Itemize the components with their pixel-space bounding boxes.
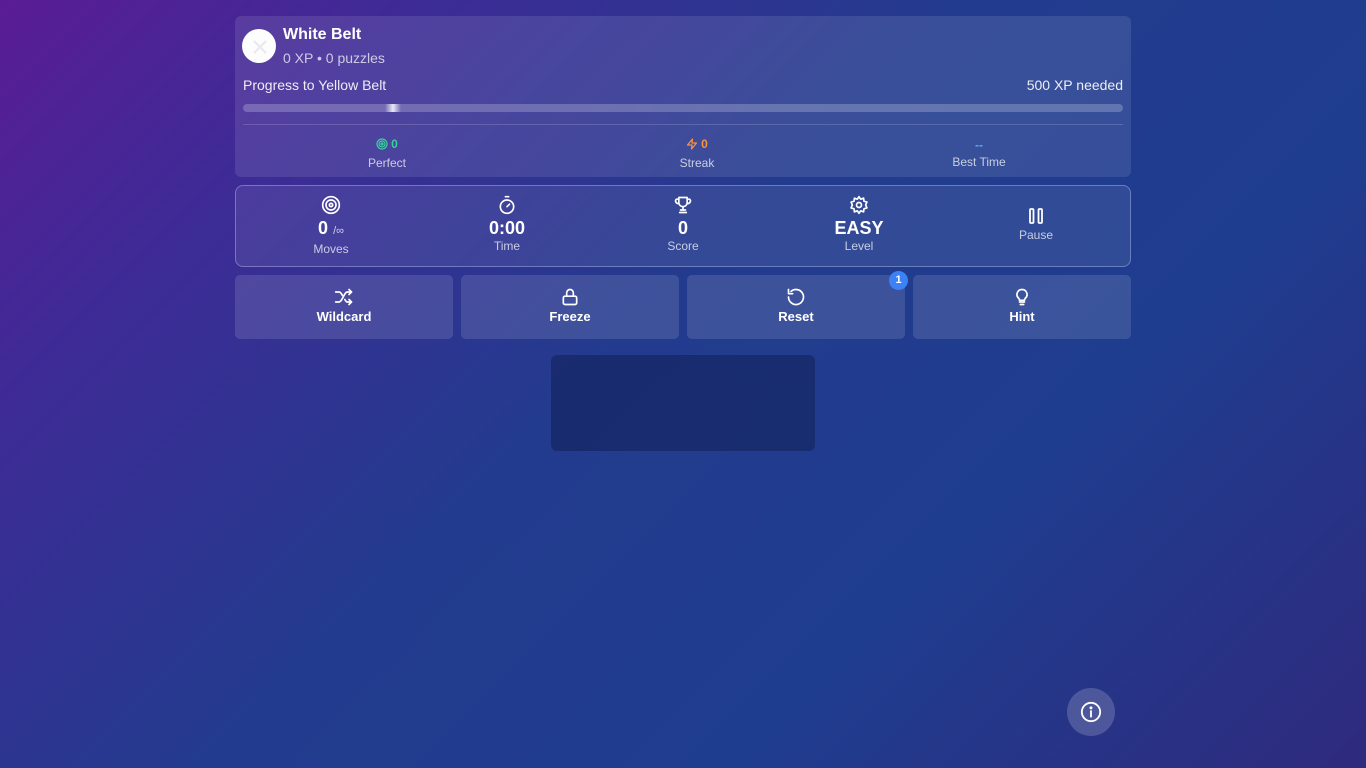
reset-button[interactable]: 1 Reset bbox=[687, 271, 908, 339]
pause-label: Pause bbox=[1018, 228, 1054, 242]
moves-limit: /∞ bbox=[333, 225, 344, 237]
wildcard-button[interactable]: Wildcard bbox=[235, 275, 453, 339]
lightbulb-icon bbox=[1016, 288, 1028, 306]
reset-label: Reset bbox=[778, 309, 814, 324]
stopwatch-icon bbox=[499, 195, 515, 215]
progress-label: Progress to Yellow Belt bbox=[243, 77, 387, 93]
freeze-label: Freeze bbox=[549, 309, 591, 324]
profile-card: White Belt 0 XP • 0 puzzles Progress to … bbox=[235, 16, 1131, 177]
best-time-stat: -- Best Time bbox=[899, 136, 1059, 169]
info-icon bbox=[1080, 701, 1102, 723]
moves-label: Moves bbox=[313, 242, 349, 256]
belt-avatar bbox=[242, 29, 276, 63]
time-stat: 0:00 Time bbox=[437, 194, 577, 253]
wildcard-label: Wildcard bbox=[316, 309, 372, 324]
belt-title: White Belt bbox=[283, 26, 362, 43]
puzzle-board[interactable] bbox=[551, 355, 815, 451]
reset-icon bbox=[787, 288, 805, 306]
moves-stat: 0 /∞ Moves bbox=[261, 194, 401, 256]
hint-button[interactable]: Hint bbox=[913, 275, 1131, 339]
best-time-label: Best Time bbox=[952, 155, 1006, 169]
pause-button[interactable]: Pause bbox=[986, 206, 1086, 242]
time-label: Time bbox=[493, 239, 521, 253]
belt-icon bbox=[253, 40, 267, 54]
perfect-label: Perfect bbox=[367, 156, 406, 170]
lightning-icon bbox=[687, 138, 698, 150]
shuffle-icon bbox=[334, 288, 353, 306]
moves-value: 0 bbox=[318, 218, 329, 238]
lock-icon bbox=[562, 288, 578, 306]
streak-stat: 0 Streak bbox=[617, 136, 777, 170]
perfect-value: 0 bbox=[391, 137, 398, 151]
hint-label: Hint bbox=[1009, 309, 1035, 324]
level-value: EASY bbox=[834, 218, 884, 238]
perfect-stat: 0 Perfect bbox=[307, 136, 467, 170]
level-stat: EASY Level bbox=[789, 194, 929, 253]
score-stat: 0 Score bbox=[613, 194, 753, 253]
pause-icon bbox=[1029, 208, 1043, 224]
streak-label: Streak bbox=[679, 156, 715, 170]
target-icon bbox=[321, 195, 341, 215]
progress-shimmer bbox=[385, 104, 401, 112]
score-value: 0 bbox=[677, 218, 688, 238]
info-button[interactable] bbox=[1067, 688, 1115, 736]
card-divider bbox=[243, 124, 1123, 125]
best-time-value: -- bbox=[975, 138, 983, 152]
game-stats-bar: 0 /∞ Moves 0:00 Time 0 Score EASY Level bbox=[235, 185, 1131, 267]
belt-subtitle: 0 XP • 0 puzzles bbox=[283, 50, 385, 66]
time-value: 0:00 bbox=[488, 218, 526, 238]
belt-progress-bar bbox=[243, 104, 1123, 112]
level-label: Level bbox=[844, 239, 874, 253]
freeze-button[interactable]: Freeze bbox=[461, 275, 679, 339]
trophy-icon bbox=[674, 196, 692, 214]
streak-value: 0 bbox=[701, 137, 708, 151]
reset-count-badge: 1 bbox=[889, 271, 908, 290]
target-icon bbox=[376, 138, 388, 150]
progress-needed: 500 XP needed bbox=[1026, 77, 1123, 93]
score-label: Score bbox=[667, 239, 699, 253]
gear-icon bbox=[850, 195, 868, 215]
